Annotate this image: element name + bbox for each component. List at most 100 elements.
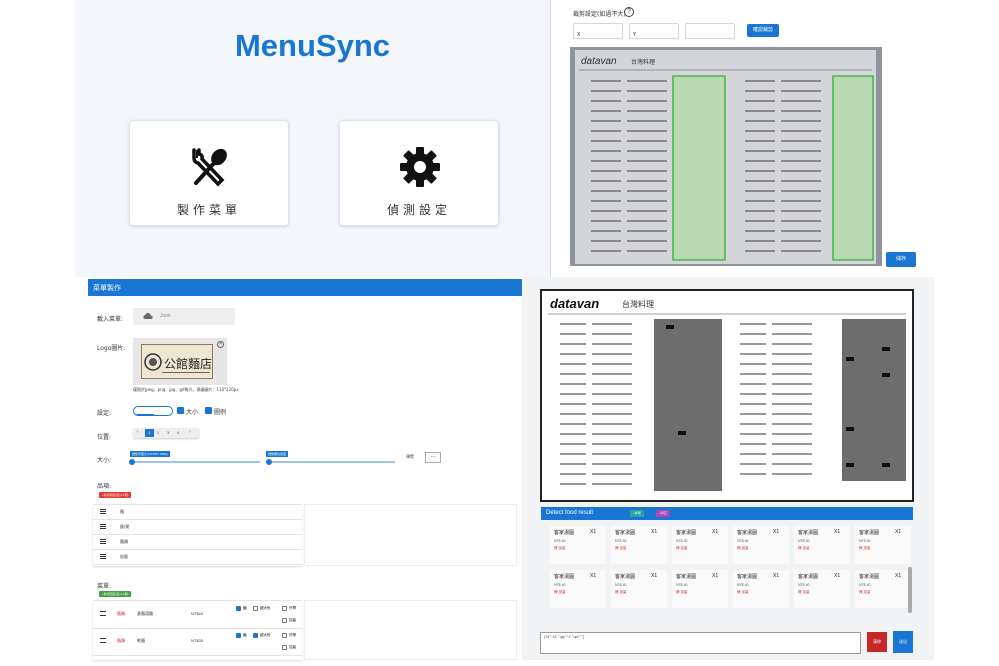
result-scrollbar[interactable] [908,567,912,613]
send-button[interactable]: 送出 [893,631,913,653]
food-card[interactable]: 客家湯圓 X1 NT$ 40 辣 加量 [611,526,667,564]
table-row[interactable]: 麵類 乾麵 NT$35 麵 超大份 外帶 加量 [93,630,302,656]
drag-handle-icon[interactable] [100,554,106,559]
food-card[interactable]: 客家湯圓 X1 NT$ 40 辣 加量 [733,526,789,564]
food-name: 客家湯圓 [859,530,880,536]
position-pagination[interactable]: ‹ 1 2 3 4 › [133,428,199,438]
orientation-toggle[interactable]: 直式橫式 [133,406,173,416]
scanned-menu-paper: datavan 台灣料理 [575,50,876,264]
option-label: 外帶 [289,633,296,637]
font-size-slider[interactable] [132,461,260,463]
orientation-portrait[interactable]: 直式 [134,414,154,415]
dish-detail-area [304,600,517,660]
option-checkbox[interactable] [253,606,258,611]
food-name: 客家湯圓 [798,574,819,580]
orientation-landscape[interactable]: 橫式 [154,414,172,415]
position-option-3[interactable]: 3 [167,430,169,435]
option-checkbox[interactable] [282,606,287,611]
logo-preview[interactable]: 公館麵店 × [133,338,227,385]
position-option-2[interactable]: 2 [157,430,159,435]
clear-result-tag[interactable]: +清空 [656,510,670,517]
category-list: 麵 飯/粥 麵類 加量 [93,504,302,566]
table-row[interactable]: 麵類 意麵湯麵 NT$40 麵 超大份 外帶 加量 [93,603,302,629]
save-button[interactable]: 儲存 [886,252,916,267]
food-qty: X1 [590,529,597,535]
food-option: 辣 加量 [554,546,566,550]
option-label: 超大份 [260,633,271,637]
dish-name: 意麵湯麵 [137,611,153,616]
food-card[interactable]: 客家湯圓 X1 NT$ 40 辣 加量 [611,570,667,608]
food-qty: X1 [773,529,780,535]
menu-editor-panel: 菜單製作 載入菜單: Json Logo圖片: 公館麵店 × 僅限於jpeg、p… [75,277,522,660]
option-checkbox[interactable] [253,633,258,638]
clear-button[interactable]: 清除 [867,632,887,652]
food-option: 辣 加量 [798,590,810,594]
option-checkbox[interactable] [236,606,241,611]
food-option: 辣 加量 [676,546,688,550]
column-width-slider[interactable] [269,461,395,463]
order-output-field[interactable]: {"id":"13","qty":"1","opt":""} [540,632,861,654]
import-json-field[interactable]: Json [133,308,235,325]
food-card[interactable]: 客家湯圓 X1 NT$ 40 辣 加量 [550,526,606,564]
add-result-tag[interactable]: +新增 [630,510,644,517]
detect-result-title: Detect food result [546,510,594,516]
dish-name: 乾麵 [137,638,145,643]
size-checkbox[interactable] [177,407,184,414]
food-name: 客家湯圓 [798,530,819,536]
drag-handle-icon[interactable] [100,539,106,544]
food-option: 辣 加量 [676,590,688,594]
preview-button[interactable]: ⋯ [425,452,441,463]
apply-crop-button[interactable]: 確認裁剪 [747,24,779,37]
list-item[interactable]: 加量 [93,550,302,565]
crop-size-field[interactable] [685,23,735,39]
add-dish-tag[interactable]: +新增項目(至少1項) [99,591,132,597]
drag-handle-icon[interactable] [100,509,106,514]
legend-checkbox-label: 圖例 [214,409,227,416]
column-width-slider-thumb[interactable] [266,459,272,465]
food-card[interactable]: 客家湯圓 X1 NT$ 40 辣 加量 [794,526,850,564]
crop-x-field[interactable]: X [573,23,623,39]
food-name: 客家湯圓 [737,574,758,580]
detect-result-titlebar: Detect food result +新增 +清空 [541,507,913,520]
position-option-1[interactable]: 1 [145,429,154,437]
option-checkbox[interactable] [282,633,287,638]
food-card[interactable]: 客家湯圓 X1 NT$ 40 辣 加量 [672,570,728,608]
remove-logo-icon[interactable]: × [217,341,224,348]
food-name: 客家湯圓 [737,530,758,536]
drag-handle-icon[interactable] [100,638,106,643]
food-price: NT$ 40 [798,583,810,587]
crop-y-value: Y [633,32,637,38]
option-checkbox[interactable] [282,618,287,623]
detected-menu-graphic: datavan 台灣料理 [548,296,906,491]
food-option: 辣 加量 [615,546,627,550]
food-card[interactable]: 客家湯圓 X1 NT$ 40 辣 加量 [794,570,850,608]
crop-y-field[interactable]: Y [629,23,679,39]
option-label: 外帶 [289,606,296,610]
option-checkbox[interactable] [236,633,241,638]
food-price: NT$ 40 [676,539,688,543]
food-card[interactable]: 客家湯圓 X1 NT$ 40 辣 加量 [855,570,911,608]
font-size-slider-thumb[interactable] [129,459,135,465]
food-card[interactable]: 客家湯圓 X1 NT$ 40 辣 加量 [733,570,789,608]
position-option-4[interactable]: 4 [177,430,179,435]
option-checkbox[interactable] [282,645,287,650]
help-icon[interactable]: ? [624,7,634,17]
list-item[interactable]: 飯/粥 [93,520,302,535]
food-card[interactable]: 客家湯圓 X1 NT$ 40 辣 加量 [855,526,911,564]
drag-handle-icon[interactable] [100,611,106,616]
legend-checkbox[interactable] [205,407,212,414]
detect-settings-tile[interactable]: 偵測設定 [339,120,499,226]
list-item[interactable]: 麵 [93,505,302,520]
drag-handle-icon[interactable] [100,524,106,529]
menu-editor-titlebar: 菜單製作 [88,279,522,296]
position-next-icon[interactable]: › [189,429,191,435]
logo-graphic: 公館麵店 [144,353,212,373]
food-card[interactable]: 客家湯圓 X1 NT$ 40 辣 加量 [550,570,606,608]
food-card[interactable]: 客家湯圓 X1 NT$ 40 辣 加量 [672,526,728,564]
category-detail-area [304,504,517,566]
make-menu-tile[interactable]: 製作菜單 [129,120,289,226]
food-name: 客家湯圓 [859,574,880,580]
position-prev-icon[interactable]: ‹ [137,429,139,435]
list-item[interactable]: 麵類 [93,535,302,550]
add-category-tag[interactable]: +新增項目(至少1項) [99,492,132,498]
